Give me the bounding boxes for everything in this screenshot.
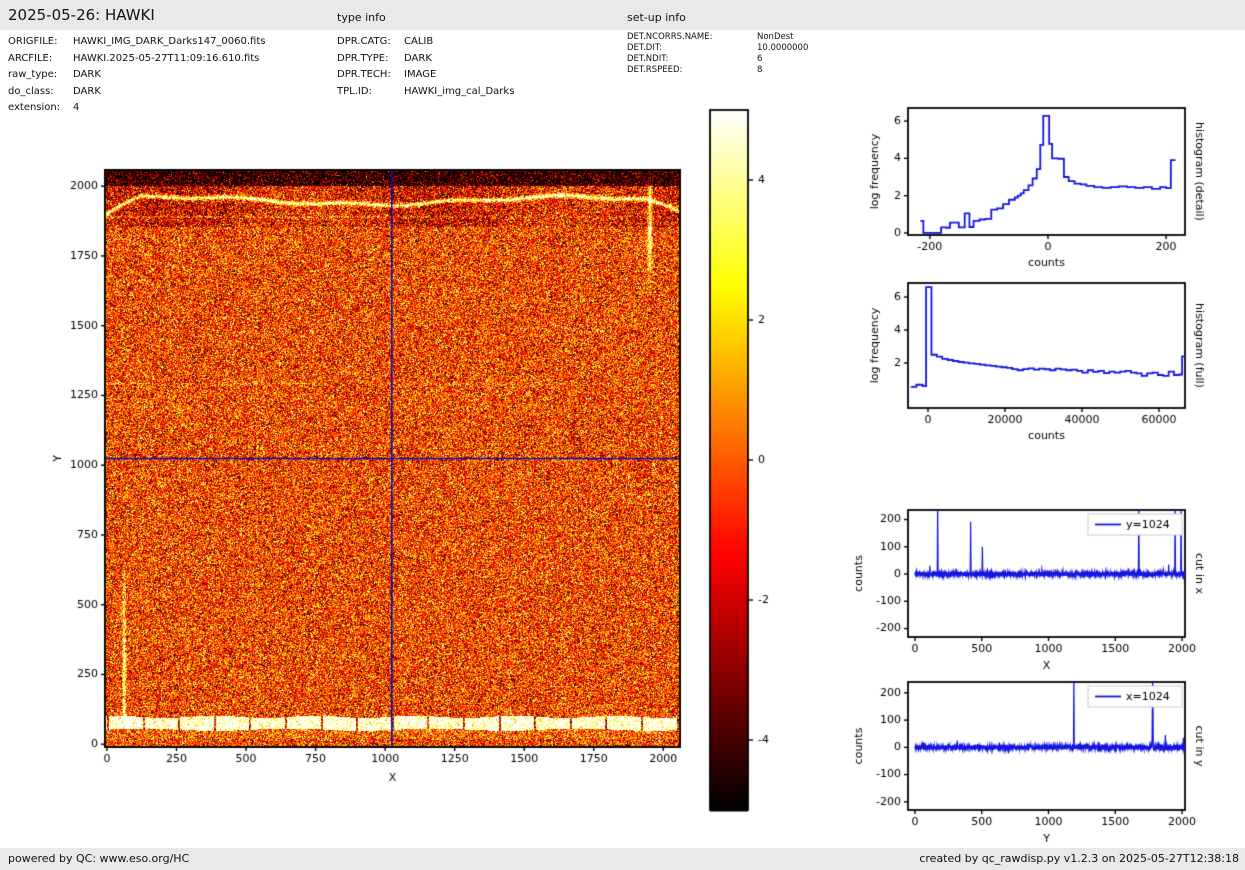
field-label: raw_type: [8,67,73,84]
field-value: HAWKI_IMG_DARK_Darks147_0060.fits [73,34,266,51]
field-label: DET.NCORRS.NAME: [627,32,757,43]
field-value: 6 [757,54,762,65]
type-info-row-tech: DPR.TECH: IMAGE [337,67,514,84]
field-value: IMAGE [404,67,436,84]
field-value: HAWKI.2025-05-27T11:09:16.610.fits [73,51,259,68]
raw-image-canvas [20,95,760,815]
type-info-row-catg: DPR.CATG: CALIB [337,34,514,51]
field-value: CALIB [404,34,433,51]
field-label: ARCFILE: [8,51,73,68]
histogram-detail-canvas [845,95,1245,277]
field-value: DARK [404,51,432,68]
setup-info-block: DET.NCORRS.NAME: NonDest DET.DIT: 10.000… [627,32,808,76]
colorbar-canvas [700,100,800,815]
cut-in-y-canvas [845,670,1245,862]
cut-in-x-canvas [845,498,1245,688]
footer-powered-by: powered by QC: www.eso.org/HC [8,852,189,865]
setup-info-row-dit: DET.DIT: 10.0000000 [627,43,808,54]
field-value: DARK [73,67,101,84]
setup-info-row-rspeed: DET.RSPEED: 8 [627,65,808,76]
footer-created-by: created by qc_rawdisp.py v1.2.3 on 2025-… [919,852,1239,865]
field-label: DPR.TECH: [337,67,404,84]
type-info-row-type: DPR.TYPE: DARK [337,51,514,68]
field-value: 8 [757,65,762,76]
file-info-row-rawtype: raw_type: DARK [8,67,266,84]
section-heading-setup-info: set-up info [627,11,686,24]
field-label: DET.RSPEED: [627,65,757,76]
field-label: DPR.TYPE: [337,51,404,68]
section-heading-type-info: type info [337,11,386,24]
field-label: ORIGFILE: [8,34,73,51]
field-label: DET.DIT: [627,43,757,54]
field-label: DPR.CATG: [337,34,404,51]
page-title: 2025-05-26: HAWKI [8,6,155,24]
footer-bar: powered by QC: www.eso.org/HC created by… [0,848,1245,870]
title-bar: 2025-05-26: HAWKI type info set-up info [0,0,1245,30]
setup-info-row-ncorrs: DET.NCORRS.NAME: NonDest [627,32,808,43]
field-label: DET.NDIT: [627,54,757,65]
field-value: 10.0000000 [757,43,808,54]
histogram-full-canvas [845,270,1245,450]
field-value: NonDest [757,32,793,43]
type-info-block: DPR.CATG: CALIB DPR.TYPE: DARK DPR.TECH:… [337,34,514,100]
file-info-row-origfile: ORIGFILE: HAWKI_IMG_DARK_Darks147_0060.f… [8,34,266,51]
setup-info-row-ndit: DET.NDIT: 6 [627,54,808,65]
file-info-row-arcfile: ARCFILE: HAWKI.2025-05-27T11:09:16.610.f… [8,51,266,68]
